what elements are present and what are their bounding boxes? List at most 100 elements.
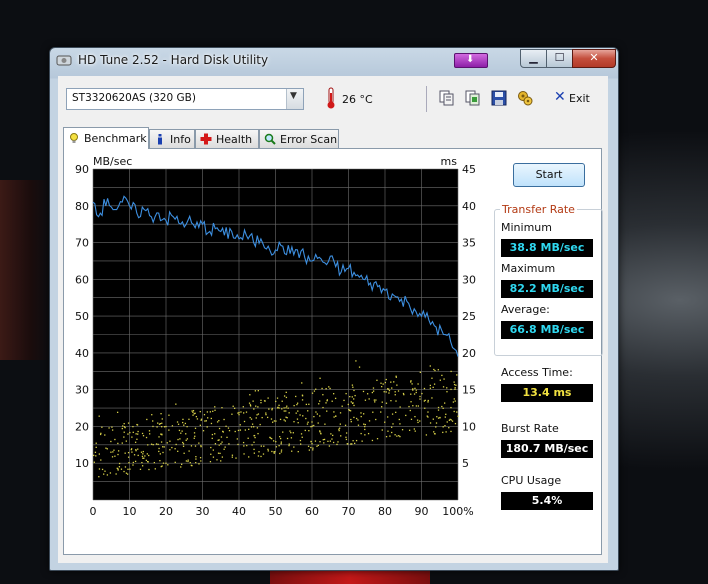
access-time-point xyxy=(159,423,161,425)
access-time-point xyxy=(255,417,257,419)
access-time-point xyxy=(366,393,369,395)
title-bar[interactable]: HD Tune 2.52 - Hard Disk Utility ⬇ ▁ ☐ ✕ xyxy=(50,48,618,72)
chevron-down-icon[interactable]: ▼ xyxy=(286,89,303,109)
access-time-point xyxy=(160,441,163,443)
access-time-point xyxy=(419,395,421,398)
access-time-point xyxy=(271,409,273,411)
access-time-point xyxy=(129,431,131,434)
access-time-point xyxy=(185,433,187,435)
access-time-point xyxy=(118,466,121,468)
access-time-point xyxy=(272,421,274,423)
save-icon[interactable] xyxy=(490,89,508,107)
access-time-point xyxy=(283,407,285,409)
access-time-point xyxy=(261,416,263,419)
access-time-point xyxy=(353,404,355,407)
access-time-point xyxy=(110,451,112,453)
access-time-point xyxy=(338,429,340,432)
access-time-point xyxy=(242,406,244,408)
access-time-point xyxy=(94,451,97,454)
access-time-point xyxy=(436,416,438,418)
close-icon: ✕ xyxy=(554,89,566,105)
access-time-point xyxy=(182,421,184,424)
access-time-point xyxy=(95,442,97,444)
options-icon[interactable] xyxy=(516,89,534,107)
access-time-point xyxy=(414,415,416,418)
access-time-point xyxy=(246,444,248,447)
access-time-point xyxy=(98,415,100,417)
close-button[interactable]: ✕ xyxy=(572,49,616,68)
access-time-point xyxy=(245,411,248,413)
access-time-point xyxy=(354,394,356,397)
access-time-point xyxy=(319,441,321,443)
access-time-point xyxy=(328,386,330,388)
access-time-point xyxy=(98,476,100,478)
access-time-point xyxy=(212,456,215,458)
access-time-point xyxy=(355,439,358,442)
access-time-point xyxy=(124,466,127,468)
tab-error-scan[interactable]: Error Scan xyxy=(259,129,339,148)
download-icon[interactable]: ⬇ xyxy=(454,53,488,68)
access-time-point xyxy=(283,395,286,397)
tab-health[interactable]: Health xyxy=(195,129,259,148)
copy-text-icon[interactable] xyxy=(438,89,456,107)
access-time-point xyxy=(410,418,413,420)
access-time-point xyxy=(437,406,440,409)
access-time-point xyxy=(163,446,165,448)
desktop-wallpaper-left xyxy=(0,180,52,360)
access-time-point xyxy=(455,384,457,386)
minimize-button[interactable]: ▁ xyxy=(520,49,547,68)
access-time-point xyxy=(280,451,283,453)
access-time-point xyxy=(336,443,338,446)
access-time-point xyxy=(174,461,176,464)
access-time-point xyxy=(337,441,339,443)
access-time-point xyxy=(237,412,239,414)
access-time-point xyxy=(368,398,370,400)
access-time-point xyxy=(195,415,198,418)
tab-benchmark[interactable]: Benchmark xyxy=(63,127,149,149)
access-time-point xyxy=(437,417,440,419)
access-time-point xyxy=(405,414,407,417)
access-time-point xyxy=(127,451,130,454)
access-time-point xyxy=(163,426,166,428)
access-time-point xyxy=(219,452,221,455)
access-time-point xyxy=(289,430,291,432)
access-time-point xyxy=(169,440,171,442)
access-time-point xyxy=(123,423,125,425)
access-time-point xyxy=(297,450,299,453)
access-time-point xyxy=(233,407,236,409)
access-time-point xyxy=(364,399,367,401)
access-time-point xyxy=(222,430,224,433)
tab-info[interactable]: Info xyxy=(149,129,195,148)
copy-screenshot-icon[interactable] xyxy=(464,89,482,107)
access-time-point xyxy=(195,458,197,460)
access-time-point xyxy=(299,414,301,416)
maximize-button[interactable]: ☐ xyxy=(546,49,573,68)
tab-label: Error Scan xyxy=(280,133,338,146)
access-time-point xyxy=(125,440,127,442)
start-button[interactable]: Start xyxy=(513,163,585,187)
access-time-point xyxy=(99,433,102,436)
access-time-point xyxy=(225,425,227,427)
access-time-point xyxy=(279,436,281,438)
access-time-point xyxy=(137,433,139,435)
access-time-point xyxy=(381,385,383,388)
drive-selector[interactable]: ST3320620AS (320 GB) ▼ xyxy=(66,88,304,110)
access-time-point xyxy=(210,453,212,455)
access-time-point xyxy=(224,446,226,448)
access-time-point xyxy=(453,381,455,383)
access-time-point xyxy=(429,387,432,389)
access-time-point xyxy=(362,390,365,393)
access-time-point xyxy=(437,409,440,411)
access-time-point xyxy=(376,438,379,440)
access-time-point xyxy=(166,442,168,444)
access-time-point xyxy=(450,406,452,409)
access-time-point xyxy=(211,433,214,436)
access-time-point xyxy=(257,455,260,457)
access-time-point xyxy=(268,408,270,410)
access-time-point xyxy=(273,452,275,454)
access-time-point xyxy=(141,432,144,435)
access-time-point xyxy=(415,391,417,394)
y-axis-right-tick-label: 15 xyxy=(462,384,476,397)
access-time-point xyxy=(352,386,354,388)
access-time-point xyxy=(454,422,457,425)
